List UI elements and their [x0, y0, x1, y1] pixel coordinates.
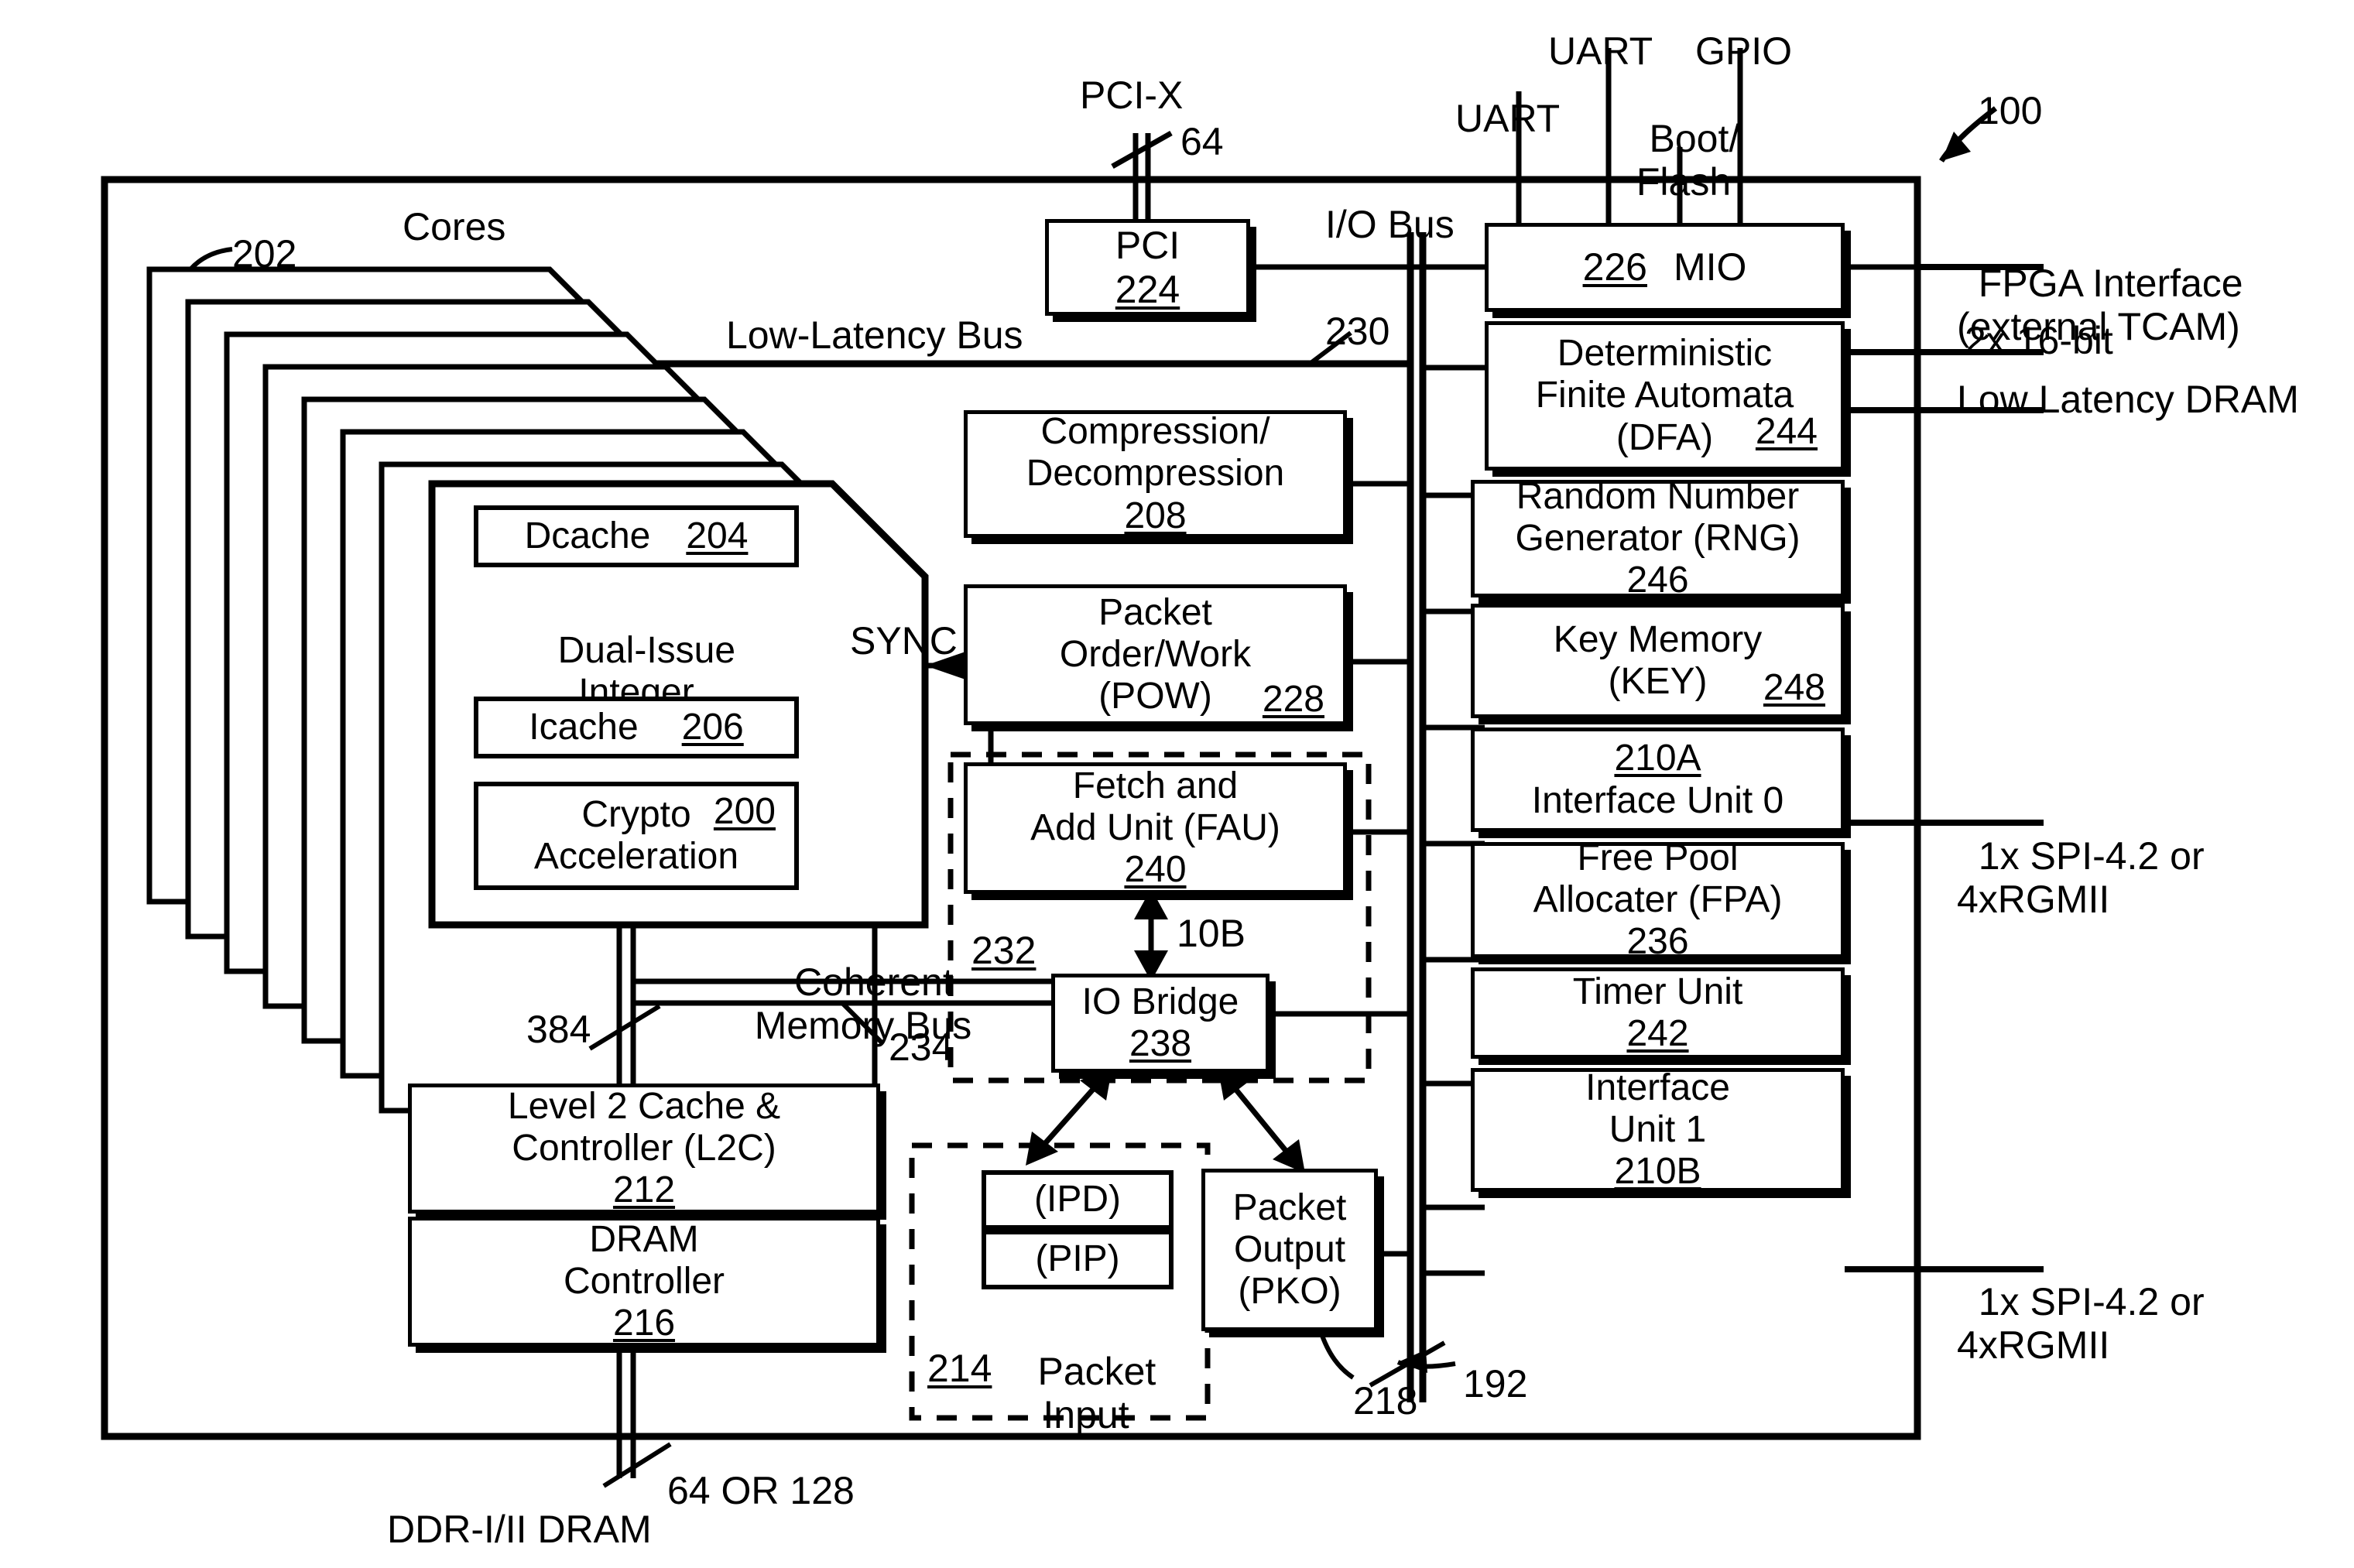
- block-timer-unit-label: Timer Unit: [1572, 971, 1743, 1012]
- block-l2c[interactable]: Level 2 Cache & Controller (L2C) 212: [408, 1084, 880, 1214]
- label-low-latency-dram: Low Latency DRAM: [1957, 378, 2299, 421]
- label-cores: Cores: [403, 205, 506, 248]
- label-gpio: GPIO: [1695, 29, 1793, 73]
- label-group-ref-214: 214: [927, 1347, 992, 1390]
- block-io-bridge-label: IO Bridge: [1081, 981, 1239, 1022]
- block-interface-unit-1-ref: 210B: [1614, 1151, 1701, 1193]
- block-mio-label: MIO: [1674, 245, 1747, 289]
- block-pip[interactable]: (PIP): [982, 1230, 1174, 1289]
- label-io-bus: I/O Bus: [1325, 203, 1455, 246]
- block-pci[interactable]: PCI 224: [1045, 219, 1250, 316]
- label-sync: SYNC: [850, 619, 958, 662]
- label-dram-width: 64 OR 128: [667, 1469, 855, 1512]
- label-pko-ref-218: 218: [1353, 1379, 1418, 1422]
- block-compression-label: Compression/ Decompression: [1026, 411, 1285, 495]
- block-dcache-label: Dcache: [524, 515, 651, 556]
- block-interface-unit-0-ref: 210A: [1614, 738, 1701, 779]
- block-ipd[interactable]: (IPD): [982, 1170, 1174, 1230]
- block-ipd-label: (IPD): [1034, 1179, 1121, 1221]
- block-fpa-ref: 236: [1626, 921, 1689, 963]
- label-io-bus-ref-230: 230: [1325, 310, 1390, 353]
- label-group-ref-232: 232: [971, 929, 1037, 972]
- block-dfa[interactable]: Deterministic Finite Automata (DFA) 244: [1485, 321, 1845, 471]
- core-dual-issue-label: Dual-Issue Integer: [557, 629, 736, 713]
- label-ddr-dram: DDR-I/II DRAM: [387, 1508, 652, 1551]
- label-low-latency-bus: Low-Latency Bus: [726, 313, 1023, 357]
- block-l2c-ref: 212: [612, 1169, 676, 1211]
- block-dfa-ref: 244: [1755, 410, 1818, 452]
- block-dcache-ref: 204: [686, 515, 749, 556]
- label-coherent-bus-ref-234: 234: [889, 1025, 954, 1069]
- label-pci-width-64: 64: [1180, 120, 1224, 163]
- block-fpa[interactable]: Free Pool Allocater (FPA) 236: [1471, 837, 1845, 962]
- block-dram-controller[interactable]: DRAM Controller 216: [408, 1217, 880, 1347]
- label-cores-ref-202: 202: [232, 232, 297, 276]
- block-timer-unit[interactable]: Timer Unit 242: [1471, 967, 1845, 1059]
- block-icache-label: Icache: [529, 706, 639, 748]
- label-io-bus-width-192: 192: [1463, 1362, 1528, 1405]
- block-rng-ref: 246: [1626, 560, 1689, 601]
- block-dram-controller-ref: 216: [612, 1303, 676, 1344]
- label-spi-top: 1x SPI-4.2 or 4xRGMII: [1957, 834, 2205, 921]
- label-spi-bottom: 1x SPI-4.2 or 4xRGMII: [1957, 1280, 2205, 1367]
- block-dcache[interactable]: Dcache 204: [474, 505, 799, 567]
- block-fau-ref: 240: [1124, 849, 1187, 891]
- block-crypto-ref: 200: [713, 790, 776, 832]
- label-2x-16bit: 2x 16-bit: [1965, 319, 2113, 362]
- block-icache[interactable]: Icache 206: [474, 697, 799, 758]
- block-timer-unit-ref: 242: [1626, 1013, 1689, 1054]
- block-pip-label: (PIP): [1035, 1238, 1120, 1280]
- block-pci-ref: 224: [1115, 267, 1180, 311]
- block-io-bridge-ref: 238: [1129, 1023, 1192, 1064]
- block-pow[interactable]: Packet Order/Work (POW) 228: [964, 584, 1347, 725]
- block-interface-unit-0-label: Interface Unit 0: [1531, 779, 1784, 821]
- label-boot-flash: Boot/ Flash: [1636, 117, 1740, 204]
- label-uart-left: UART: [1455, 97, 1561, 140]
- block-compression-ref: 208: [1124, 495, 1187, 536]
- block-interface-unit-1[interactable]: Interface Unit 1 210B: [1471, 1066, 1845, 1193]
- label-packet-input: Packet Input: [1037, 1350, 1156, 1436]
- block-crypto-acceleration[interactable]: Crypto Acceleration 200: [474, 782, 799, 890]
- block-mio[interactable]: 226 MIO: [1485, 223, 1845, 312]
- block-key[interactable]: Key Memory (KEY) 248: [1471, 604, 1845, 718]
- block-compression[interactable]: Compression/ Decompression 208: [964, 410, 1347, 538]
- block-key-ref: 248: [1763, 667, 1825, 708]
- block-icache-ref: 206: [681, 706, 744, 748]
- block-mio-ref: 226: [1582, 245, 1647, 289]
- block-rng[interactable]: Random Number Generator (RNG) 246: [1471, 476, 1845, 601]
- block-fpa-label: Free Pool Allocater (FPA): [1533, 837, 1783, 920]
- block-fau[interactable]: Fetch and Add Unit (FAU) 240: [964, 762, 1347, 894]
- block-fau-label: Fetch and Add Unit (FAU): [1030, 765, 1280, 848]
- block-interface-unit-1-label: Interface Unit 1: [1585, 1066, 1730, 1150]
- block-rng-label: Random Number Generator (RNG): [1515, 475, 1801, 559]
- block-pci-label: PCI: [1115, 224, 1180, 267]
- figure-ref-100: 100: [1978, 89, 2043, 132]
- block-pow-ref: 228: [1262, 679, 1324, 721]
- label-coherent-bus-width-384: 384: [526, 1008, 591, 1051]
- block-dram-controller-label: DRAM Controller: [563, 1218, 725, 1302]
- patent-figure-canvas: PCI 224 226 MIO Deterministic Finite Aut…: [0, 0, 2354, 1568]
- block-io-bridge[interactable]: IO Bridge 238: [1051, 974, 1270, 1073]
- block-interface-unit-0[interactable]: 210A Interface Unit 0: [1471, 728, 1845, 832]
- block-pko-label: Packet Output (PKO): [1232, 1186, 1347, 1313]
- block-l2c-label: Level 2 Cache & Controller (L2C): [507, 1085, 781, 1169]
- label-uart-mid: UART: [1548, 29, 1653, 73]
- label-fau-bridge-width-10b: 10B: [1177, 912, 1246, 955]
- block-pko[interactable]: Packet Output (PKO): [1201, 1169, 1378, 1331]
- label-pci-x: PCI-X: [1080, 74, 1184, 117]
